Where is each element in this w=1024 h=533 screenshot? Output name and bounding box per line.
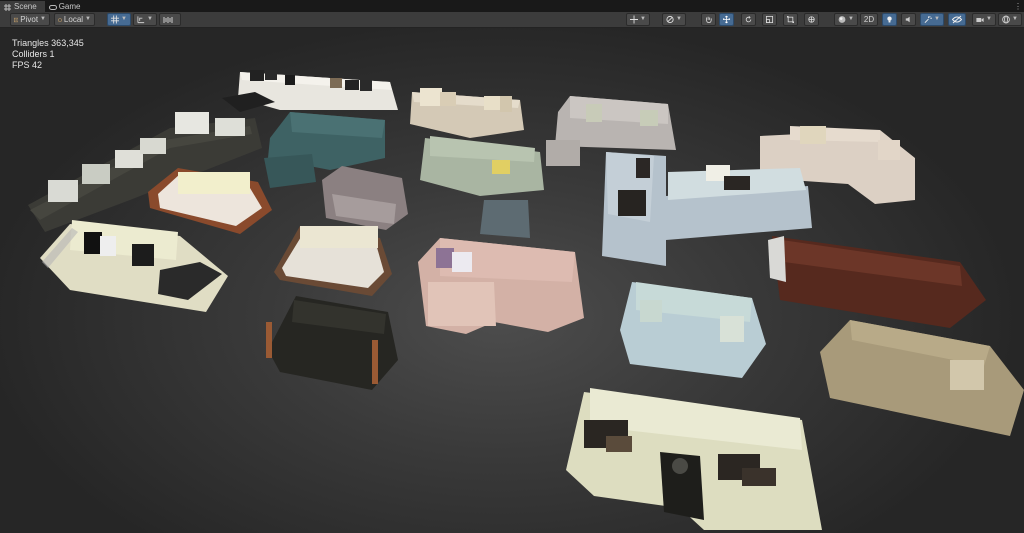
- pivot-icon: [14, 17, 19, 22]
- sofa-model-ivory-large: [566, 388, 822, 530]
- eye-slash-icon: [952, 15, 962, 24]
- triangle-count: Triangles 363,345: [12, 38, 84, 48]
- snap-icon: [137, 16, 145, 24]
- light-bulb-icon: [887, 16, 892, 23]
- rect-transform-icon: [787, 16, 794, 23]
- scene-visibility-toggle[interactable]: [948, 13, 966, 26]
- scene-viewport[interactable]: Triangles 363,345 Colliders 1 FPS 42: [0, 28, 1024, 533]
- shading-sphere-icon: [838, 16, 846, 23]
- sofa-model-ivory-with-table: [40, 220, 228, 312]
- tab-game-label: Game: [58, 2, 81, 11]
- tab-game[interactable]: Game: [45, 1, 89, 12]
- gizmo-move-dropdown[interactable]: ▼: [626, 13, 650, 26]
- chevron-down-icon: ▼: [121, 16, 127, 22]
- move-arrows-icon: [630, 15, 639, 24]
- shading-mode-dropdown[interactable]: ▼: [834, 13, 858, 26]
- tab-scene[interactable]: Scene: [0, 1, 45, 12]
- camera-icon: [976, 17, 984, 22]
- sofa-model-sage: [420, 136, 544, 196]
- fps-counter: FPS 42: [12, 60, 43, 70]
- scene-tab-bar: Scene Game ⋮: [0, 0, 1024, 12]
- effects-dropdown[interactable]: ▼: [920, 13, 944, 26]
- transform-icon: [808, 16, 815, 23]
- scale-icon: [766, 16, 773, 23]
- sofa-model-taupe-low: [820, 320, 1024, 436]
- sofa-model-wood-frame-linen: [274, 226, 392, 296]
- sofa-model-white-long: [222, 70, 398, 112]
- rotate-icon: [745, 16, 752, 23]
- chevron-down-icon: ▼: [147, 16, 153, 22]
- bench-model-dark-wood: [266, 296, 398, 390]
- sofa-collection-render: [28, 70, 1024, 530]
- render-mode-icon: [163, 16, 173, 23]
- chevron-down-icon: ▼: [986, 16, 992, 22]
- 2d-mode-toggle[interactable]: 2D: [860, 13, 878, 26]
- kebab-menu-icon[interactable]: ⋮: [1012, 1, 1024, 12]
- brush-icon: [666, 15, 674, 24]
- chevron-down-icon: ▼: [848, 16, 854, 22]
- sofa-model-blush-modular: [418, 238, 584, 334]
- move-tool-button[interactable]: [719, 13, 734, 26]
- hand-tool-button[interactable]: [701, 13, 716, 26]
- lighting-toggle[interactable]: [882, 13, 897, 26]
- rotate-tool-button[interactable]: [741, 13, 756, 26]
- camera-settings-dropdown[interactable]: ▼: [972, 13, 996, 26]
- globe-gizmo-icon: [1002, 15, 1010, 24]
- chevron-down-icon: ▼: [85, 16, 91, 22]
- speaker-muted-icon: [905, 16, 910, 23]
- grid-icon: [111, 15, 120, 24]
- scene-stats-overlay: Triangles 363,345 Colliders 1 FPS 42: [12, 38, 84, 71]
- move-tool-icon: [723, 15, 730, 24]
- scale-tool-button[interactable]: [762, 13, 777, 26]
- local-label: Local: [63, 15, 84, 24]
- scene-toolbar: Pivot ▼ Local ▼ ▼ ▼ ▼ ▼ ▼ 2D ▼ ▼ ▼: [0, 12, 1024, 28]
- draw-mode-dropdown[interactable]: ▼: [662, 13, 686, 26]
- hand-icon: [706, 16, 712, 24]
- grid-snapping-toggle[interactable]: ▼: [107, 13, 131, 26]
- chevron-down-icon: ▼: [676, 16, 682, 22]
- sofa-model-brown-leather: [768, 236, 986, 328]
- tab-scene-label: Scene: [14, 2, 37, 11]
- gizmos-dropdown[interactable]: ▼: [998, 13, 1022, 26]
- sofa-model-beige: [410, 88, 524, 138]
- sofa-model-powder-blue: [620, 282, 766, 378]
- local-space-icon: [58, 17, 62, 22]
- armchair-model-grey: [322, 166, 408, 230]
- pivot-label: Pivot: [20, 15, 39, 24]
- chevron-down-icon: ▼: [640, 16, 646, 22]
- transform-tool-button[interactable]: [804, 13, 819, 26]
- sofa-model-wood-frame-cream: [148, 168, 272, 234]
- collider-count: Colliders 1: [12, 49, 55, 59]
- gamepad-icon: [48, 3, 57, 10]
- audio-toggle[interactable]: [901, 13, 916, 26]
- effects-icon: [924, 16, 933, 23]
- local-dropdown[interactable]: Local ▼: [54, 13, 95, 26]
- chevron-down-icon: ▼: [934, 16, 940, 22]
- hash-icon: [4, 3, 11, 11]
- rect-tool-button[interactable]: [783, 13, 798, 26]
- ottoman-model-slate: [480, 200, 530, 238]
- pivot-dropdown[interactable]: Pivot ▼: [10, 13, 50, 26]
- chevron-down-icon: ▼: [40, 16, 46, 22]
- 2d-mode-label: 2D: [863, 15, 875, 24]
- chevron-down-icon: ▼: [1012, 16, 1018, 22]
- render-mode-dropdown[interactable]: [159, 13, 181, 26]
- increment-snap-button[interactable]: ▼: [133, 13, 157, 26]
